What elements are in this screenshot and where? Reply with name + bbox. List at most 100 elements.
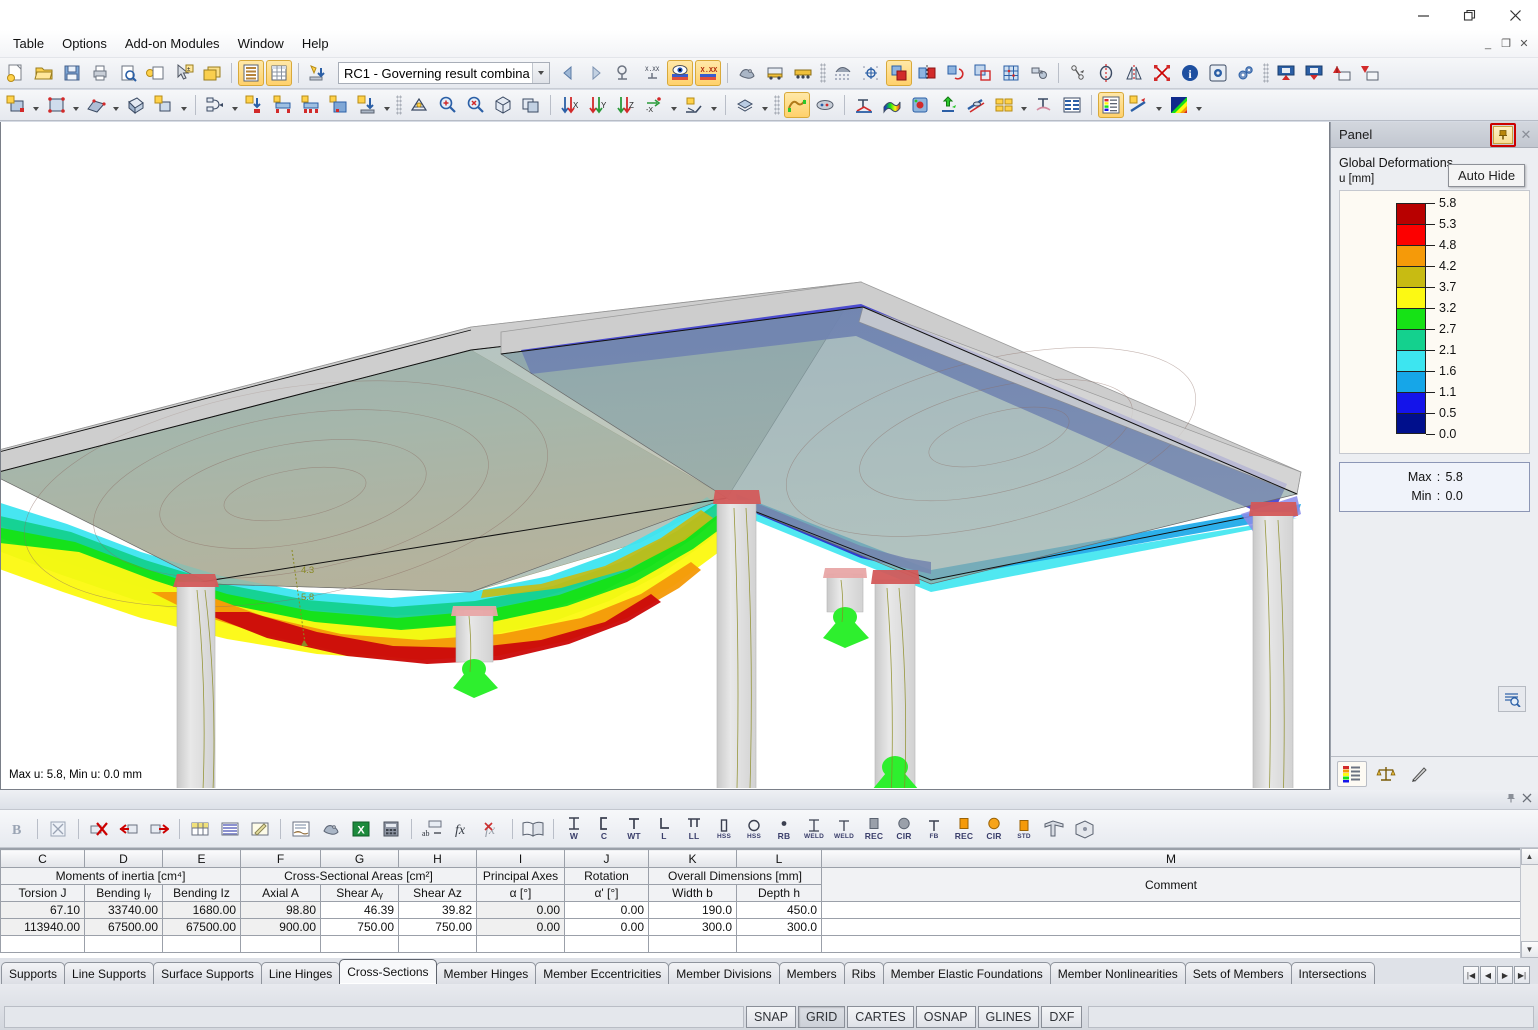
show-result-values-icon[interactable]: X.XX	[695, 60, 721, 86]
printout-report-icon[interactable]	[143, 60, 169, 86]
result-value-numeric-icon[interactable]: X.XX	[639, 60, 665, 86]
calculator-icon[interactable]	[377, 814, 405, 844]
cell-shear-ay[interactable]: 46.39	[321, 902, 399, 919]
menu-table[interactable]: Table	[4, 32, 53, 55]
zoom-window-icon[interactable]	[518, 92, 544, 118]
select-pointer-icon[interactable]: ±	[171, 60, 197, 86]
panel-splitter-bar[interactable]	[0, 790, 1538, 810]
new-node-dropdown-icon[interactable]	[30, 92, 42, 118]
status-toggle-dxf[interactable]: DXF	[1041, 1006, 1082, 1028]
tab-members[interactable]: Members	[779, 962, 845, 984]
color-scale-dropdown-icon[interactable]	[1193, 92, 1205, 118]
profile-button-weld-i[interactable]: WELD	[799, 818, 829, 840]
delete-table-icon[interactable]	[44, 814, 72, 844]
mdi-close-button[interactable]: ✕	[1516, 36, 1532, 52]
export-window-up-icon[interactable]	[1301, 60, 1327, 86]
tab-line-supports[interactable]: Line Supports	[64, 962, 154, 984]
new-node-icon[interactable]	[3, 92, 29, 118]
new-solid-icon[interactable]	[151, 92, 177, 118]
status-toggle-cartes[interactable]: CARTES	[847, 1006, 913, 1028]
view-dropdown-icon[interactable]	[668, 92, 680, 118]
view-negative-x-icon[interactable]: -X	[641, 92, 667, 118]
new-result-diagram-dropdown-icon[interactable]	[1153, 92, 1165, 118]
cell-alpha-prime[interactable]: 0.00	[565, 902, 649, 919]
scale-object-icon[interactable]	[970, 60, 996, 86]
print-preview-icon[interactable]	[115, 60, 141, 86]
split-close-icon[interactable]	[1522, 793, 1532, 806]
col-letter-i[interactable]: I	[477, 850, 565, 868]
menu-window[interactable]: Window	[229, 32, 293, 55]
result-sections-dropdown-icon[interactable]	[1018, 92, 1030, 118]
support-reactions-icon[interactable]	[851, 92, 877, 118]
surface-results-icon[interactable]	[879, 92, 905, 118]
tab-ribs[interactable]: Ribs	[844, 962, 884, 984]
auto-hide-pin-icon[interactable]	[1493, 126, 1513, 144]
cell-torsion-j[interactable]: 67.10	[1, 902, 85, 919]
export-excel-icon[interactable]: X	[347, 814, 375, 844]
toolbar-grip[interactable]	[396, 95, 402, 115]
menu-help[interactable]: Help	[293, 32, 338, 55]
tab-first-button[interactable]: |◀	[1463, 966, 1479, 984]
mesh-icon[interactable]	[406, 92, 432, 118]
table-yellow-icon[interactable]	[186, 814, 214, 844]
tab-member-eccentricities[interactable]: Member Eccentricities	[535, 962, 669, 984]
cell-shear-az[interactable]: 750.00	[399, 919, 477, 936]
profile-button-weld-t[interactable]: WELD	[829, 818, 859, 840]
table-settings-icon[interactable]	[287, 814, 315, 844]
load-display-icon[interactable]	[762, 60, 788, 86]
panel-toggle-icon[interactable]	[1098, 92, 1124, 118]
tab-supports[interactable]: Supports	[1, 962, 65, 984]
mdi-minimize-button[interactable]: _	[1480, 36, 1496, 52]
cell-comment[interactable]	[822, 919, 1521, 936]
menu-add-on-modules[interactable]: Add-on Modules	[116, 32, 229, 55]
new-member-icon[interactable]	[83, 92, 109, 118]
grid-surface-icon[interactable]	[998, 60, 1024, 86]
panel-tab-color-scale[interactable]	[1337, 761, 1367, 787]
profile-button-rb[interactable]: RB	[769, 816, 799, 841]
tab-member-elastic-foundations[interactable]: Member Elastic Foundations	[883, 962, 1051, 984]
insert-row-before-icon[interactable]	[115, 814, 143, 844]
tab-member-divisions[interactable]: Member Divisions	[668, 962, 779, 984]
grid-snap-icon[interactable]	[830, 60, 856, 86]
insert-up-icon[interactable]	[1357, 60, 1383, 86]
table-row-empty[interactable]	[1, 936, 1521, 953]
result-sections-icon[interactable]	[991, 92, 1017, 118]
rotate-object-icon[interactable]	[942, 60, 968, 86]
deformation-display-icon[interactable]	[784, 92, 810, 118]
new-nodal-release-icon[interactable]	[326, 92, 352, 118]
profile-button-ll[interactable]: LL	[679, 816, 709, 841]
new-result-diagram-icon[interactable]	[1126, 92, 1152, 118]
status-toggle-grid[interactable]: GRID	[798, 1006, 845, 1028]
delete-row-icon[interactable]	[85, 814, 113, 844]
tab-surface-supports[interactable]: Surface Supports	[153, 962, 262, 984]
solid-section-icon[interactable]	[1070, 814, 1098, 844]
window-restore-button[interactable]	[1446, 0, 1492, 30]
col-letter-c[interactable]: C	[1, 850, 85, 868]
tab-member-nonlinearities[interactable]: Member Nonlinearities	[1050, 962, 1186, 984]
object-snap-icon[interactable]	[858, 60, 884, 86]
new-load-icon[interactable]	[354, 92, 380, 118]
load-case-dropdown-icon[interactable]	[532, 63, 549, 83]
cell-alpha[interactable]: 0.00	[477, 902, 565, 919]
delete-function-icon[interactable]: fx	[478, 814, 506, 844]
connect-objects-icon[interactable]	[202, 92, 228, 118]
new-surface-icon[interactable]	[123, 92, 149, 118]
show-table-icon[interactable]	[238, 60, 264, 86]
mdi-restore-button[interactable]: ❐	[1498, 36, 1514, 52]
cell-shear-az[interactable]: 39.82	[399, 902, 477, 919]
color-legend[interactable]: 5.8 5.3 4.8 4.2 3.7 3.2 2.7 2.1 1.6 1.1 …	[1339, 190, 1530, 454]
new-support-icon[interactable]	[242, 92, 268, 118]
tab-line-hinges[interactable]: Line Hinges	[261, 962, 340, 984]
panel-tab-factors[interactable]	[1371, 761, 1401, 787]
cell-alpha[interactable]: 0.00	[477, 919, 565, 936]
table-render-icon[interactable]	[317, 814, 345, 844]
col-letter-e[interactable]: E	[163, 850, 241, 868]
new-file-icon[interactable]	[3, 60, 29, 86]
view-x-icon[interactable]: X	[557, 92, 583, 118]
cross-sections-table[interactable]: C D E F G H I J K L M Moments of inertia…	[0, 848, 1538, 958]
zoom-out-icon[interactable]	[462, 92, 488, 118]
new-member-dropdown-icon[interactable]	[110, 92, 122, 118]
library-book-icon[interactable]	[519, 814, 547, 844]
tab-next-button[interactable]: ▶	[1497, 966, 1513, 984]
split-pin-icon[interactable]	[1506, 793, 1516, 807]
